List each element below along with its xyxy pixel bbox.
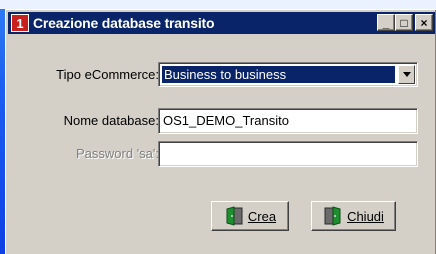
minimize-button[interactable]: _: [377, 14, 395, 31]
nome-database-label: Nome database:: [63, 113, 159, 128]
nome-database-input[interactable]: OS1_DEMO_Transito: [158, 108, 418, 134]
chiudi-label: Chiudi: [347, 208, 384, 224]
close-button[interactable]: ×: [415, 14, 433, 31]
nome-database-value: OS1_DEMO_Transito: [163, 113, 289, 128]
crea-label: Crea: [247, 208, 277, 224]
door-enter-icon: [226, 206, 243, 226]
password-sa-input[interactable]: [158, 141, 418, 167]
tipo-ecommerce-value: Business to business: [162, 66, 395, 83]
dropdown-button[interactable]: [398, 65, 415, 84]
crea-button[interactable]: Crea: [211, 201, 289, 231]
window-title: Creazione database transito: [33, 15, 215, 31]
app-icon[interactable]: 1: [11, 14, 29, 32]
password-sa-label: Password 'sa':: [76, 146, 159, 161]
maximize-icon: □: [400, 15, 408, 30]
maximize-button[interactable]: □: [395, 14, 413, 31]
close-icon: ×: [420, 15, 428, 30]
tipo-ecommerce-label: Tipo eCommerce:: [56, 67, 159, 82]
minimize-icon: _: [382, 15, 390, 30]
tipo-ecommerce-select[interactable]: Business to business: [158, 62, 418, 87]
chiudi-button[interactable]: Chiudi: [311, 201, 396, 231]
title-bar[interactable]: 1 Creazione database transito _ □ ×: [8, 12, 435, 34]
window-controls: _ □ ×: [377, 14, 433, 31]
desktop-top-strip: [0, 0, 436, 9]
dialog-window: 1 Creazione database transito _ □ × Tipo…: [5, 9, 436, 254]
chevron-down-icon: [402, 72, 411, 77]
door-exit-icon: [324, 206, 341, 226]
